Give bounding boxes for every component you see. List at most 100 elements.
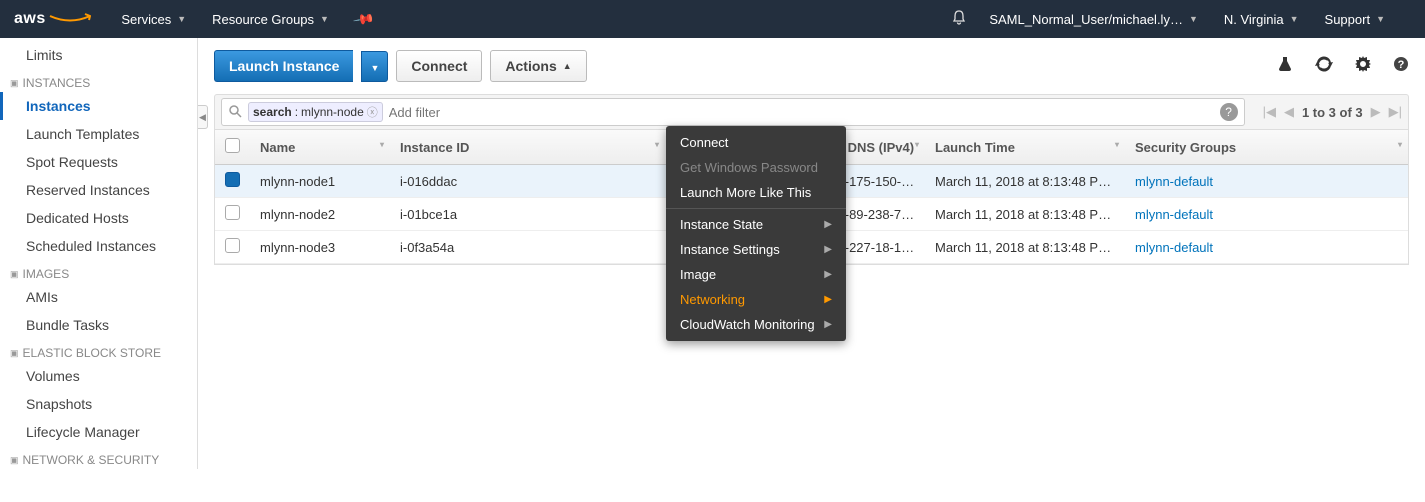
last-page-button[interactable]: ▶| bbox=[1389, 104, 1402, 120]
chevron-down-icon: ▼ bbox=[177, 14, 186, 24]
cell-name: mlynn-node1 bbox=[250, 165, 390, 198]
experiment-icon[interactable] bbox=[1277, 56, 1293, 77]
chevron-up-icon: ▲ bbox=[563, 61, 572, 71]
toolbar: Launch Instance ▼ Connect Actions▲ ? bbox=[198, 38, 1425, 94]
chevron-down-icon: ▼ bbox=[1290, 14, 1299, 24]
search-icon bbox=[228, 104, 242, 121]
cell-instance-id: i-0f3a54a bbox=[390, 231, 665, 264]
menu-networking[interactable]: Networking▶ bbox=[666, 287, 846, 312]
sidebar-reserved-instances[interactable]: Reserved Instances bbox=[0, 176, 197, 204]
menu-image[interactable]: Image▶ bbox=[666, 262, 846, 287]
sort-icon: ▾ bbox=[1398, 140, 1402, 149]
pager: |◀ ◀ 1 to 3 of 3 ▶ ▶| bbox=[1263, 104, 1402, 120]
collapse-icon: ▣ bbox=[10, 455, 19, 466]
chevron-down-icon: ▼ bbox=[370, 63, 379, 73]
sidebar-snapshots[interactable]: Snapshots bbox=[0, 390, 197, 418]
menu-instance-state[interactable]: Instance State▶ bbox=[666, 212, 846, 237]
chevron-down-icon: ▼ bbox=[1376, 14, 1385, 24]
collapse-icon: ▣ bbox=[10, 269, 19, 280]
menu-separator bbox=[666, 208, 846, 209]
collapse-icon: ▣ bbox=[10, 348, 19, 359]
cell-launch-time: March 11, 2018 at 8:13:48 P… bbox=[925, 165, 1125, 198]
cell-name: mlynn-node2 bbox=[250, 198, 390, 231]
row-checkbox[interactable] bbox=[225, 238, 240, 253]
menu-connect[interactable]: Connect bbox=[666, 130, 846, 155]
sidebar-spot-requests[interactable]: Spot Requests bbox=[0, 148, 197, 176]
actions-button[interactable]: Actions▲ bbox=[490, 50, 586, 82]
select-all-checkbox[interactable] bbox=[225, 138, 240, 153]
sidebar-section-network[interactable]: ▣NETWORK & SECURITY bbox=[0, 446, 197, 469]
sidebar-amis[interactable]: AMIs bbox=[0, 283, 197, 311]
sidebar-section-instances[interactable]: ▣INSTANCES bbox=[0, 69, 197, 92]
sidebar-bundle-tasks[interactable]: Bundle Tasks bbox=[0, 311, 197, 339]
filter-help-icon[interactable]: ? bbox=[1220, 103, 1238, 121]
pager-text: 1 to 3 of 3 bbox=[1302, 105, 1363, 120]
cell-launch-time: March 11, 2018 at 8:13:48 P… bbox=[925, 198, 1125, 231]
chevron-down-icon: ▼ bbox=[1189, 14, 1198, 24]
search-input[interactable]: search : mlynn-node ⓧ ? bbox=[221, 98, 1245, 126]
sidebar-dedicated-hosts[interactable]: Dedicated Hosts bbox=[0, 204, 197, 232]
row-checkbox[interactable] bbox=[225, 205, 240, 220]
nav-support[interactable]: Support▼ bbox=[1325, 12, 1385, 27]
bell-icon[interactable] bbox=[951, 9, 967, 29]
menu-launch-more[interactable]: Launch More Like This bbox=[666, 180, 846, 205]
aws-swoosh-icon bbox=[49, 13, 91, 23]
cell-security-group[interactable]: mlynn-default bbox=[1125, 231, 1408, 264]
next-page-button[interactable]: ▶ bbox=[1371, 104, 1381, 120]
nav-resource-groups[interactable]: Resource Groups▼ bbox=[212, 12, 329, 27]
cell-name: mlynn-node3 bbox=[250, 231, 390, 264]
sort-icon: ▾ bbox=[655, 140, 659, 149]
col-launch-time[interactable]: Launch Time▾ bbox=[925, 130, 1125, 165]
sort-icon: ▾ bbox=[1115, 140, 1119, 149]
remove-tag-icon[interactable]: ⓧ bbox=[367, 104, 378, 120]
cell-security-group[interactable]: mlynn-default bbox=[1125, 165, 1408, 198]
sidebar-scheduled-instances[interactable]: Scheduled Instances bbox=[0, 232, 197, 260]
cell-instance-id: i-016ddac bbox=[390, 165, 665, 198]
sidebar-section-images[interactable]: ▣IMAGES bbox=[0, 260, 197, 283]
gear-icon[interactable] bbox=[1355, 56, 1371, 77]
sidebar-instances[interactable]: Instances bbox=[0, 92, 197, 120]
menu-instance-settings[interactable]: Instance Settings▶ bbox=[666, 237, 846, 262]
sidebar-volumes[interactable]: Volumes bbox=[0, 362, 197, 390]
collapse-icon: ▣ bbox=[10, 78, 19, 89]
filter-bar: search : mlynn-node ⓧ ? |◀ ◀ 1 to 3 of 3… bbox=[214, 94, 1409, 130]
col-security-groups[interactable]: Security Groups▾ bbox=[1125, 130, 1408, 165]
launch-instance-dropdown[interactable]: ▼ bbox=[361, 51, 388, 82]
nav-region[interactable]: N. Virginia▼ bbox=[1224, 12, 1299, 27]
nav-services[interactable]: Services▼ bbox=[121, 12, 186, 27]
col-instance-id[interactable]: Instance ID▾ bbox=[390, 130, 665, 165]
aws-logo[interactable]: aws bbox=[14, 10, 91, 28]
col-name[interactable]: Name▾ bbox=[250, 130, 390, 165]
submenu-arrow-icon: ▶ bbox=[824, 294, 832, 305]
filter-tag[interactable]: search : mlynn-node ⓧ bbox=[248, 102, 383, 122]
first-page-button[interactable]: |◀ bbox=[1263, 104, 1276, 120]
sidebar-lifecycle[interactable]: Lifecycle Manager bbox=[0, 418, 197, 446]
sidebar: Limits ▣INSTANCES Instances Launch Templ… bbox=[0, 38, 198, 469]
submenu-arrow-icon: ▶ bbox=[824, 244, 832, 255]
submenu-arrow-icon: ▶ bbox=[824, 269, 832, 280]
svg-text:?: ? bbox=[1398, 59, 1405, 71]
navbar: aws Services▼ Resource Groups▼ 📌 SAML_No… bbox=[0, 0, 1425, 38]
refresh-icon[interactable] bbox=[1315, 55, 1333, 78]
chevron-down-icon: ▼ bbox=[320, 14, 329, 24]
cell-security-group[interactable]: mlynn-default bbox=[1125, 198, 1408, 231]
col-checkbox[interactable] bbox=[215, 130, 250, 165]
launch-instance-button[interactable]: Launch Instance bbox=[214, 50, 353, 82]
cell-instance-id: i-01bce1a bbox=[390, 198, 665, 231]
cell-launch-time: March 11, 2018 at 8:13:48 P… bbox=[925, 231, 1125, 264]
main-panel: ◀ Launch Instance ▼ Connect Actions▲ ? bbox=[198, 38, 1425, 469]
submenu-arrow-icon: ▶ bbox=[824, 319, 832, 330]
sidebar-section-ebs[interactable]: ▣ELASTIC BLOCK STORE bbox=[0, 339, 197, 362]
filter-input[interactable] bbox=[389, 105, 1212, 120]
sidebar-limits[interactable]: Limits bbox=[0, 41, 197, 69]
nav-user[interactable]: SAML_Normal_User/michael.ly…▼ bbox=[989, 12, 1198, 27]
connect-button[interactable]: Connect bbox=[396, 50, 482, 82]
menu-cloudwatch[interactable]: CloudWatch Monitoring▶ bbox=[666, 312, 846, 337]
pin-icon[interactable]: 📌 bbox=[352, 7, 376, 31]
help-icon[interactable]: ? bbox=[1393, 56, 1409, 77]
row-checkbox[interactable] bbox=[225, 172, 240, 187]
sidebar-collapse-handle[interactable]: ◀ bbox=[198, 105, 208, 129]
prev-page-button[interactable]: ◀ bbox=[1284, 104, 1294, 120]
sidebar-launch-templates[interactable]: Launch Templates bbox=[0, 120, 197, 148]
actions-menu: Connect Get Windows Password Launch More… bbox=[666, 126, 846, 341]
